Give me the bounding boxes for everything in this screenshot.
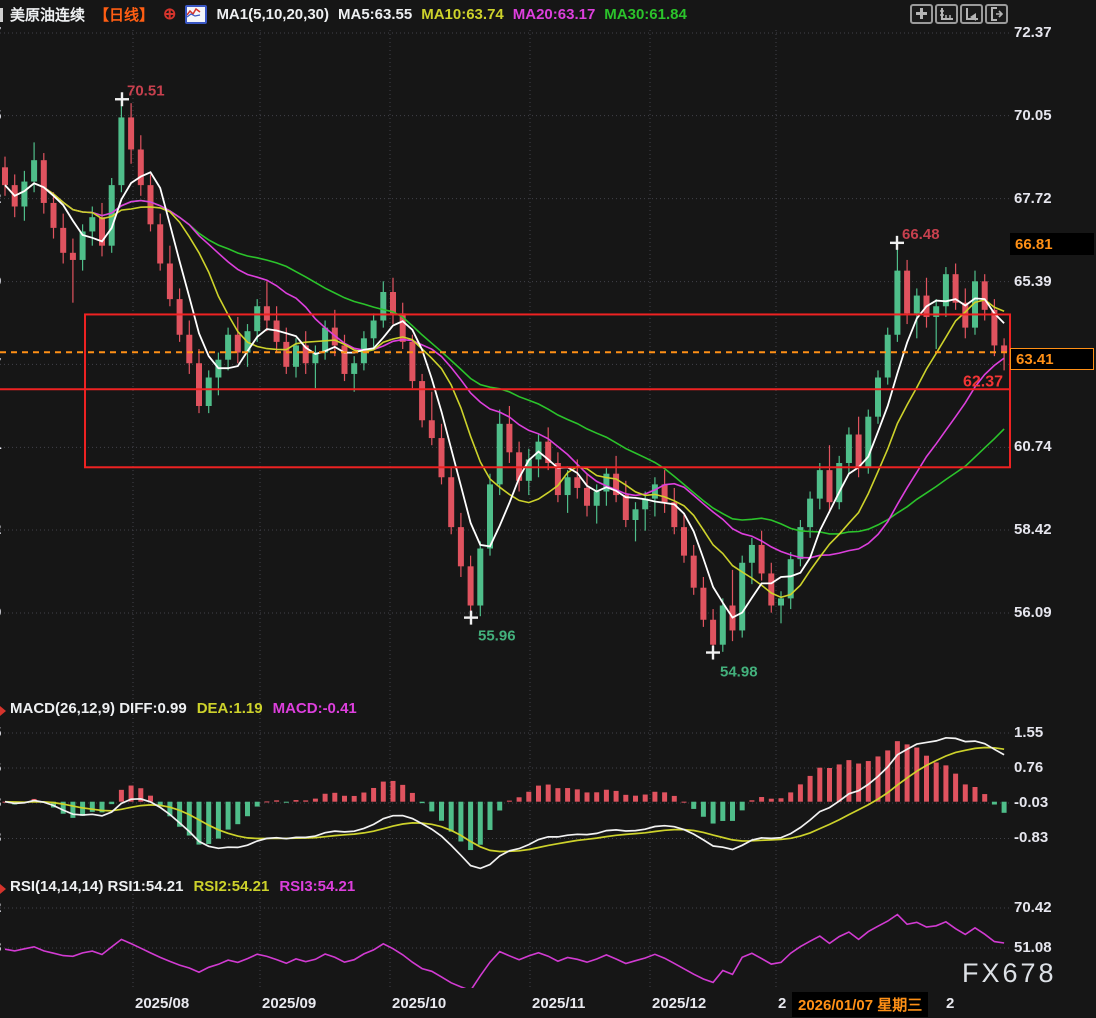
left-axis-fragment: 2 [0,899,1,916]
rsi-axis-tick: 51.08 [1014,939,1052,956]
left-axis-fragment: 7 [0,355,1,372]
price-axis-tick: 70.05 [1014,107,1052,124]
price-annotation: 54.98 [720,664,758,681]
clipped-icon-fragment [0,8,3,22]
ma20-value: MA20:63.17 [513,6,596,23]
axis-scale-icon[interactable] [935,4,958,24]
alert-price-label: 66.81 [1010,233,1094,255]
price-annotation: 66.48 [902,226,940,243]
exit-icon[interactable] [985,4,1008,24]
left-axis-fragment: 8 [0,939,1,956]
left-axis-fragment: 9 [0,273,1,290]
left-axis-fragment: 5 [0,724,1,741]
chart-toolbar [910,4,1008,24]
macd-dea-label: DEA:1.19 [197,700,263,717]
symbol-name: 美原油连续 [10,4,85,25]
ma5-line [5,172,1004,617]
price-axis-tick: 56.09 [1014,604,1052,621]
candlestick-layer [2,99,1007,652]
left-axis-fragment: 9 [0,604,1,621]
left-axis-fragment: 2 [0,521,1,538]
clipped-icon-fragment [0,884,6,894]
left-axis-fragment: 3 [0,829,1,846]
left-axis-fragment: 5 [0,107,1,124]
price-annotation: 55.96 [478,628,516,645]
rsi3-label: RSI3:54.21 [279,878,355,895]
dea-line [5,748,1004,852]
ma20-line [5,183,1004,558]
price-axis-tick: 58.42 [1014,521,1052,538]
period-selector[interactable]: 【日线】 [94,4,154,25]
x-axis-label-fragment: 2 [778,995,786,1012]
ma30-value: MA30:61.84 [604,6,687,23]
rsi-line [5,915,1004,991]
rsi-header: RSI(14,14,14) RSI1:54.21 RSI2:54.21 RSI3… [10,878,355,895]
add-indicator-icon[interactable]: ⊕ [163,4,176,24]
left-axis-fragment: 6 [0,759,1,776]
rsi2-label: RSI2:54.21 [193,878,269,895]
chart-type-icon[interactable] [185,5,207,24]
macd-axis-tick: -0.83 [1014,829,1048,846]
price-axis-tick: 67.72 [1014,190,1052,207]
ma-group-label: MA1(5,10,20,30) [216,6,329,23]
rsi-layer [5,915,1004,991]
annotation-layer: 70.51 66.48 55.96 54.98 62.37 [115,82,1003,680]
chart-header: 美原油连续 【日线】 ⊕ MA1(5,10,20,30) MA5:63.55 M… [10,3,687,25]
macd-value-label: MACD:-0.41 [273,700,357,717]
price-axis-tick: 60.74 [1014,438,1052,455]
alert-price-value: 66.81 [1015,236,1053,253]
support-price-annotation: 62.37 [963,373,1003,390]
x-axis-label: 2025/09 [262,995,316,1012]
ma30-line [5,183,1004,534]
x-axis-label: 2025/08 [135,995,189,1012]
price-axis-tick: 65.39 [1014,273,1052,290]
current-price-label: 63.41 [1010,348,1094,370]
axis-zoom-icon[interactable] [960,4,983,24]
x-axis-label-fragment: 2 [946,995,954,1012]
rsi1-label: RSI(14,14,14) RSI1:54.21 [10,878,183,895]
clipped-icon-fragment [0,706,6,716]
x-axis-label: 2025/11 [532,995,585,1012]
macd-header: MACD(26,12,9) DIFF:0.99 DEA:1.19 MACD:-0… [10,700,357,717]
ma-lines-layer [5,172,1004,617]
macd-axis-tick: 1.55 [1014,724,1043,741]
move-icon[interactable] [910,4,933,24]
x-axis-label: 2025/10 [392,995,446,1012]
macd-axis-tick: -0.03 [1014,794,1048,811]
left-axis-fragment: 3 [0,794,1,811]
rsi-axis-tick: 70.42 [1014,899,1052,916]
ma10-value: MA10:63.74 [421,6,504,23]
x-axis-label: 2025/12 [652,995,706,1012]
chart-canvas[interactable]: 70.51 66.48 55.96 54.98 62.37 [0,0,1096,1018]
left-axis-fragment: 4 [0,438,1,455]
left-axis-fragment: 2 [0,190,1,207]
crosshair-date-tooltip: 2026/01/07 星期三 [792,992,928,1017]
watermark: FX678 [962,958,1057,989]
trading-chart-app: 70.51 66.48 55.96 54.98 62.37 美原油连续 【日线】 ⊕ M… [0,0,1096,1018]
price-axis-tick: 72.37 [1014,24,1052,41]
macd-diff-label: MACD(26,12,9) DIFF:0.99 [10,700,187,717]
price-annotation: 70.51 [127,82,165,99]
left-axis-fragment: 7 [0,24,1,41]
ma5-value: MA5:63.55 [338,6,412,23]
macd-axis-tick: 0.76 [1014,759,1043,776]
current-price-value: 63.41 [1016,351,1054,368]
